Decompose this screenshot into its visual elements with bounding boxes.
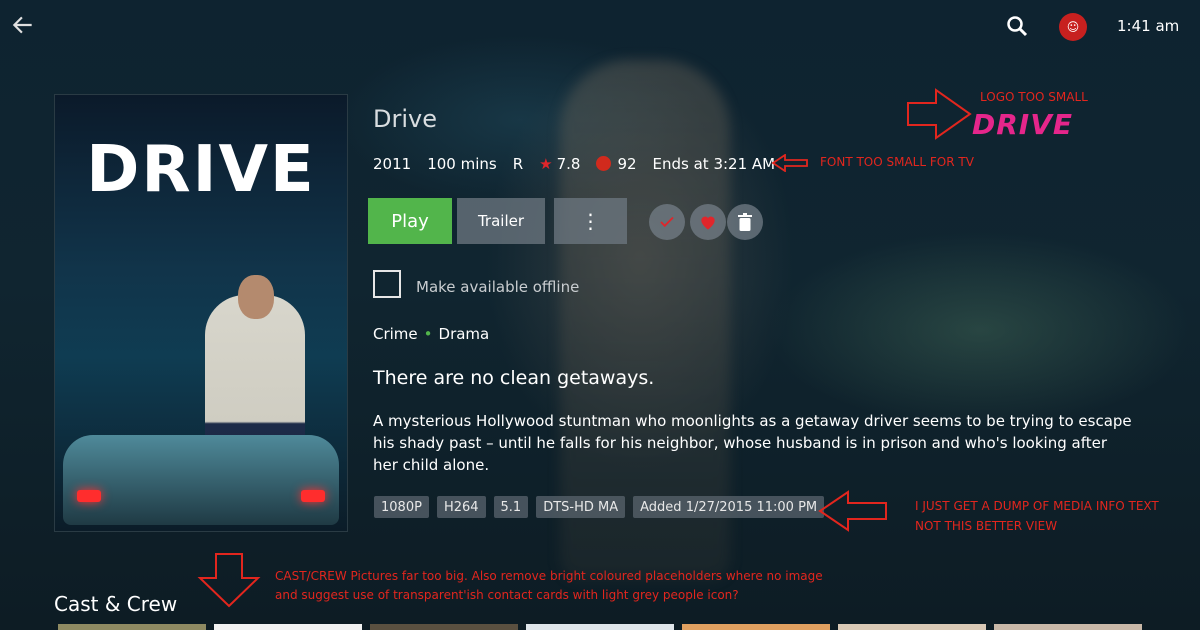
heart-icon (701, 216, 715, 230)
poster-title: DRIVE (86, 133, 316, 207)
media-chip-channels: 5.1 (493, 496, 529, 518)
user-avatar[interactable]: ☺ (1059, 13, 1087, 41)
offline-label: Make available offline (416, 278, 580, 296)
favorite-button[interactable] (690, 204, 726, 240)
critic-rating: 92 (596, 155, 637, 173)
tomato-icon (596, 156, 612, 171)
annotation-arrow-right (907, 88, 972, 140)
genre-link[interactable]: Drama (439, 325, 490, 343)
annotation-arrow-left (771, 154, 808, 172)
cast-card[interactable] (838, 624, 986, 630)
media-info-chips: 1080P H264 5.1 DTS-HD MA Added 1/27/2015… (374, 496, 832, 518)
tagline: There are no clean getaways. (373, 367, 655, 389)
more-options-button[interactable]: ⋮ (554, 198, 627, 244)
offline-checkbox[interactable] (373, 270, 401, 298)
movie-poster: DRIVE (54, 94, 348, 532)
search-icon[interactable] (1005, 14, 1029, 38)
overview: A mysterious Hollywood stuntman who moon… (373, 412, 1132, 474)
trash-icon (738, 213, 752, 231)
annotation-media-1: I JUST GET A DUMP OF MEDIA INFO TEXT (915, 499, 1159, 513)
cast-card[interactable] (58, 624, 206, 630)
movie-meta: 2011 100 mins R ★ 7.8 92 Ends at 3:21 AM (373, 155, 791, 173)
cast-card[interactable] (370, 624, 518, 630)
year: 2011 (373, 155, 412, 173)
media-chip-audio: DTS-HD MA (536, 496, 626, 518)
community-rating: ★ 7.8 (539, 155, 581, 173)
star-icon: ★ (539, 155, 553, 173)
back-arrow-icon[interactable] (10, 12, 36, 38)
media-chip-added: Added 1/27/2015 11:00 PM (633, 496, 825, 518)
media-chip-codec: H264 (436, 496, 486, 518)
play-button[interactable]: Play (368, 198, 452, 244)
ends-at: Ends at 3:21 AM (652, 155, 776, 173)
genres: Crime • Drama (373, 325, 489, 343)
runtime: 100 mins (427, 155, 497, 173)
check-icon (660, 216, 674, 228)
cast-card[interactable] (214, 624, 362, 630)
annotation-font: FONT TOO SMALL FOR TV (820, 155, 974, 169)
trailer-button[interactable]: Trailer (457, 198, 545, 244)
annotation-arrow-left (818, 490, 887, 532)
movie-title: Drive (373, 105, 437, 133)
parental-rating: R (512, 155, 524, 173)
annotation-logo: LOGO TOO SMALL (980, 90, 1088, 104)
played-toggle-button[interactable] (649, 204, 685, 240)
clock: 1:41 am (1117, 17, 1180, 35)
annotation-arrow-down (197, 553, 261, 608)
cast-card[interactable] (994, 624, 1142, 630)
annotation-cast-2: and suggest use of transparent'ish conta… (275, 588, 739, 602)
annotation-media-2: NOT THIS BETTER VIEW (915, 519, 1058, 533)
separator-dot: • (423, 325, 433, 343)
genre-link[interactable]: Crime (373, 325, 418, 343)
annotation-cast-1: CAST/CREW Pictures far too big. Also rem… (275, 569, 823, 583)
cast-crew-heading: Cast & Crew (54, 592, 178, 616)
media-chip-resolution: 1080P (374, 496, 429, 518)
delete-button[interactable] (727, 204, 763, 240)
movie-logo: DRIVE (972, 108, 1074, 141)
cast-card[interactable] (526, 624, 674, 630)
cast-card[interactable] (682, 624, 830, 630)
